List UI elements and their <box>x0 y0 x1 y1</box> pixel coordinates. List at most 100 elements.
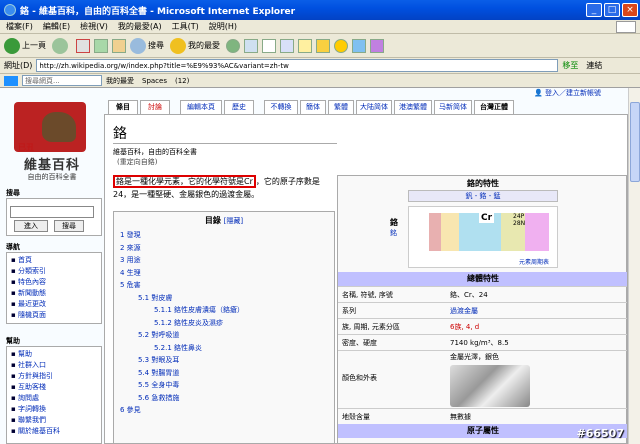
periodic-table-link[interactable]: 元素周期表 <box>519 257 549 266</box>
nav-item-categories[interactable]: 分類索引 <box>11 266 97 277</box>
nav-item-random[interactable]: 隨機頁面 <box>11 310 97 321</box>
sidebar-search-input[interactable] <box>10 206 94 218</box>
favorites-button[interactable]: 我的最愛 <box>170 37 220 54</box>
tab-article[interactable]: 條目 <box>108 100 138 114</box>
periodic-table-image[interactable]: Cr 24P 28N 元素周期表 <box>408 206 558 268</box>
mail-icon[interactable] <box>244 38 258 53</box>
refresh-icon[interactable] <box>94 38 108 53</box>
menu-edit[interactable]: 編輯(E) <box>43 21 70 32</box>
infobox-element-nav[interactable]: 釩 - 鉻 - 錳 <box>408 190 558 202</box>
tab-mainland[interactable]: 大陆简体 <box>356 100 392 114</box>
fulltext-search-button[interactable]: 搜尋 <box>54 220 84 232</box>
toc-entry[interactable]: 5.1 對皮膚 <box>120 292 328 305</box>
minimize-button[interactable]: _ <box>586 3 602 17</box>
toc-entry[interactable]: 5.1.1 鉻性皮膚潰瘍（鉻瘡） <box>120 304 328 317</box>
help-item[interactable]: 聯繫我們 <box>11 415 97 426</box>
toc-hide-link[interactable]: [隱藏] <box>224 217 243 225</box>
messenger-icon[interactable] <box>334 38 348 53</box>
user-icon: 👤 <box>534 89 543 97</box>
toc-entry[interactable]: 5.6 急救措施 <box>120 392 328 405</box>
row-value: 無數據 <box>450 413 471 421</box>
note-icon[interactable] <box>298 38 312 53</box>
tab-simplified[interactable]: 簡体 <box>300 100 326 114</box>
toc-entry[interactable]: 1 發現 <box>120 229 328 242</box>
nav-item-recent[interactable]: 最近更改 <box>11 299 97 310</box>
row-value: 鉻、Cr、24 <box>450 291 488 299</box>
forward-button[interactable] <box>52 37 70 54</box>
folder-icon[interactable] <box>316 38 330 53</box>
tools-icon[interactable] <box>352 38 366 53</box>
toc-entry[interactable]: 5 危害 <box>120 279 328 292</box>
vertical-scrollbar[interactable] <box>628 88 640 444</box>
spaces-button[interactable]: Spaces <box>142 77 167 85</box>
web-search-input[interactable]: 搜尋網頁... <box>22 75 102 86</box>
nav-title: 導航 <box>6 243 20 251</box>
extension-icon[interactable] <box>370 38 384 53</box>
nav-item-featured[interactable]: 特色內容 <box>11 277 97 288</box>
group-period-link[interactable]: 6族, 4, d <box>450 323 479 331</box>
toc-entry[interactable]: 5.5 全身中毒 <box>120 379 328 392</box>
go-button[interactable]: 移至 <box>562 60 578 71</box>
back-button[interactable]: 上一頁 <box>4 37 46 54</box>
close-button[interactable]: × <box>622 3 638 17</box>
series-link[interactable]: 過渡金屬 <box>450 307 478 315</box>
home-icon[interactable] <box>112 38 126 53</box>
tab-traditional[interactable]: 繁體 <box>328 100 354 114</box>
wikipedia-logo[interactable]: 已丑 維基百科 自由的百科全書 <box>8 102 96 182</box>
toc-entry[interactable]: 6 參見 <box>120 404 328 417</box>
address-input[interactable]: http://zh.wikipedia.org/w/index.php?titl… <box>36 59 559 72</box>
tab-hongkong[interactable]: 港澳繁體 <box>394 100 432 114</box>
row-label: 名稱, 符號, 序號 <box>342 291 393 299</box>
toc-entry[interactable]: 5.1.2 鉻性皮炎及濕疹 <box>120 317 328 330</box>
toc-entry[interactable]: 2 來源 <box>120 242 328 255</box>
edit-icon[interactable] <box>280 38 294 53</box>
sidebar: 已丑 維基百科 自由的百科全書 搜尋 進入 搜尋 導航 首頁 分類索引 特色內容… <box>0 88 104 444</box>
mail-count-badge[interactable]: (12) <box>175 77 189 85</box>
menu-favorites[interactable]: 我的最愛(A) <box>118 21 162 32</box>
logo-year-text: 已丑 <box>18 143 34 152</box>
menu-tools[interactable]: 工具(T) <box>172 21 199 32</box>
element-pinyin[interactable]: 銘 <box>390 228 398 238</box>
go-article-button[interactable]: 進入 <box>14 220 48 232</box>
links-button[interactable]: 連結 <box>586 60 602 71</box>
toc-entry[interactable]: 4 生理 <box>120 267 328 280</box>
history-icon[interactable] <box>226 38 240 53</box>
nav-item-news[interactable]: 新聞動態 <box>11 288 97 299</box>
toc-entry[interactable]: 5.2 對呼吸道 <box>120 329 328 342</box>
toc-entry[interactable]: 5.3 對眼及耳 <box>120 354 328 367</box>
tab-malaysia[interactable]: 马新简体 <box>434 100 472 114</box>
tab-no-convert[interactable]: 不轉換 <box>264 100 298 114</box>
maximize-button[interactable]: □ <box>604 3 620 17</box>
help-item[interactable]: 社群入口 <box>11 360 97 371</box>
menu-help[interactable]: 說明(H) <box>209 21 237 32</box>
tab-history[interactable]: 歷史 <box>224 100 254 114</box>
toc-title: 目錄 <box>204 216 221 225</box>
search-icon <box>130 37 146 54</box>
toc-entry[interactable]: 5.2.1 鉻性鼻炎 <box>120 342 328 355</box>
tab-edit[interactable]: 編輯本頁 <box>180 100 222 114</box>
help-item[interactable]: 互助客棧 <box>11 382 97 393</box>
search-button[interactable]: 搜尋 <box>130 37 164 54</box>
help-item[interactable]: 方針與指引 <box>11 371 97 382</box>
toc-entry[interactable]: 3 用途 <box>120 254 328 267</box>
print-icon[interactable] <box>262 38 276 53</box>
row-label: 地殼含量 <box>342 413 370 421</box>
toc-entry[interactable]: 5.4 對腸胃道 <box>120 367 328 380</box>
help-item[interactable]: 字詞轉換 <box>11 404 97 415</box>
menu-file[interactable]: 檔案(F) <box>6 21 33 32</box>
help-item[interactable]: 幫助 <box>11 349 97 360</box>
stop-icon[interactable] <box>76 38 90 53</box>
infobox-row: 地殼含量 無數據 <box>338 408 627 424</box>
login-link[interactable]: 👤 登入／建立新帳號 <box>534 88 601 98</box>
help-item[interactable]: 關於維基百科 <box>11 426 97 437</box>
tab-taiwan[interactable]: 台灣正體 <box>474 100 514 114</box>
tab-talk[interactable]: 討論 <box>140 100 170 114</box>
chromium-sample-image[interactable] <box>450 365 530 407</box>
nav-item-main[interactable]: 首頁 <box>11 255 97 266</box>
menu-bar: 檔案(F) 編輯(E) 檢視(V) 我的最愛(A) 工具(T) 說明(H) <box>0 20 640 34</box>
toolbar-favorites-button[interactable]: 我的最愛 <box>106 76 134 86</box>
menu-view[interactable]: 檢視(V) <box>80 21 108 32</box>
element-name: 鉻 銘 <box>390 218 398 238</box>
scrollbar-thumb[interactable] <box>630 102 640 182</box>
help-item[interactable]: 詢問處 <box>11 393 97 404</box>
